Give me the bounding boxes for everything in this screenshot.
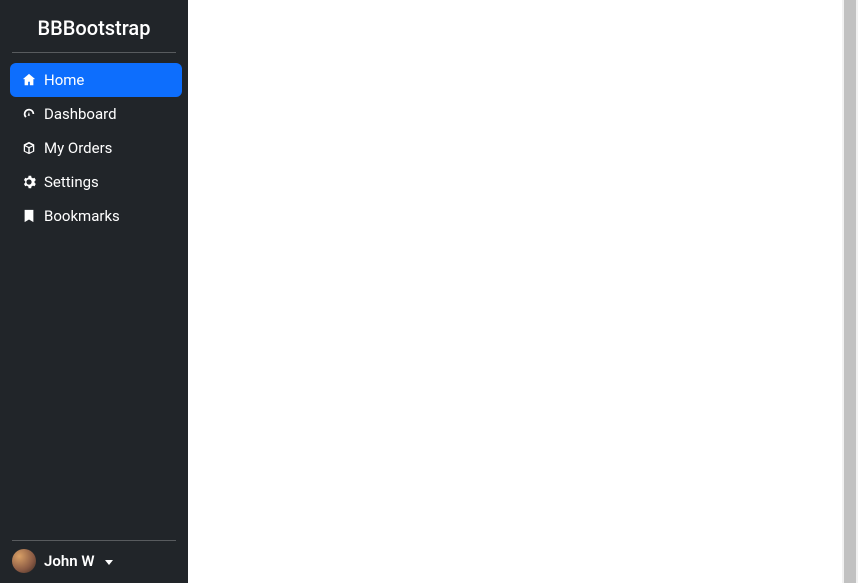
nav-list: Home Dashboard My Orders Settings <box>0 53 188 233</box>
sidebar: BBBootstrap Home Dashboard My Orders <box>0 0 188 583</box>
scrollbar-thumb[interactable] <box>844 0 856 583</box>
sidebar-item-orders[interactable]: My Orders <box>10 131 182 165</box>
user-name: John W <box>44 552 95 570</box>
bookmark-icon <box>22 209 36 223</box>
sidebar-item-label: Dashboard <box>44 105 117 123</box>
main-content <box>188 0 858 583</box>
sidebar-item-home[interactable]: Home <box>10 63 182 97</box>
gear-icon <box>22 175 36 189</box>
sidebar-item-dashboard[interactable]: Dashboard <box>10 97 182 131</box>
sidebar-item-bookmarks[interactable]: Bookmarks <box>10 199 182 233</box>
sidebar-item-label: Settings <box>44 173 99 191</box>
avatar <box>12 549 36 573</box>
speedometer-icon <box>22 107 36 121</box>
sidebar-item-label: Bookmarks <box>44 207 120 225</box>
sidebar-item-label: My Orders <box>44 139 112 157</box>
sidebar-item-settings[interactable]: Settings <box>10 165 182 199</box>
home-icon <box>22 73 36 87</box>
brand-title[interactable]: BBBootstrap <box>0 0 188 52</box>
user-menu[interactable]: John W <box>0 541 188 579</box>
scrollbar[interactable] <box>842 0 858 583</box>
sidebar-item-label: Home <box>44 71 84 89</box>
chevron-down-icon <box>105 560 113 565</box>
box-icon <box>22 141 36 155</box>
